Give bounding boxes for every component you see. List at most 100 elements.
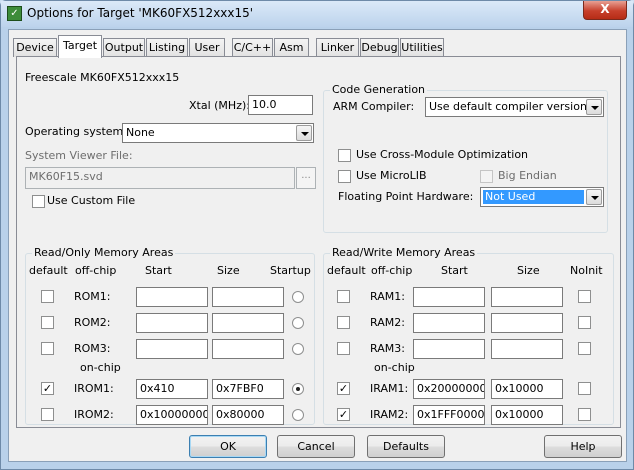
tab-cpp[interactable]: C/C++ (232, 38, 273, 57)
cancel-button[interactable]: Cancel (277, 435, 355, 458)
start-address-input[interactable] (413, 339, 485, 359)
startup-radio[interactable] (292, 291, 304, 303)
start-address-input[interactable]: 0x410 (136, 379, 208, 399)
close-icon: X (600, 2, 610, 16)
size-input[interactable] (212, 339, 284, 359)
tab-asm[interactable]: Asm (274, 38, 309, 57)
chevron-down-icon[interactable] (586, 99, 602, 115)
compiler-label: ARM Compiler: (333, 100, 415, 113)
default-checkbox[interactable] (41, 342, 54, 355)
options-dialog: ✓ Options for Target 'MK60FX512xxx15' X … (0, 0, 634, 470)
tab-output[interactable]: Output (103, 38, 145, 57)
rom-start-header: Start (145, 264, 172, 277)
size-input[interactable] (491, 287, 563, 307)
startup-radio[interactable] (292, 343, 304, 355)
tab-listing[interactable]: Listing (146, 38, 188, 57)
window-title: Options for Target 'MK60FX512xxx15' (27, 6, 254, 20)
ram-areas-group: Read/Write Memory Areas default off-chip… (323, 246, 614, 425)
dialog-client: Device Target Output Listing User C/C++ … (8, 29, 627, 462)
start-address-input[interactable]: 0x20000000 (413, 379, 485, 399)
compiler-select[interactable]: Use default compiler version (425, 97, 604, 117)
start-address-input[interactable]: 0x10000000 (136, 405, 208, 425)
size-input[interactable]: 0x7FBF0 (212, 379, 284, 399)
chevron-down-icon[interactable] (586, 189, 602, 205)
startup-radio[interactable] (292, 383, 304, 395)
sv-file-input[interactable]: MK60F15.svd (25, 167, 295, 189)
target-tab-page: Freescale MK60FX512xxx15 Xtal (MHz): 10.… (16, 56, 621, 428)
defaults-button[interactable]: Defaults (367, 435, 445, 458)
memory-area-name: RAM3: (370, 342, 405, 355)
start-address-input[interactable] (413, 287, 485, 307)
ram-areas-title: Read/Write Memory Areas (330, 246, 478, 259)
radio-dot-icon (296, 387, 300, 391)
xtal-input[interactable]: 10.0 (248, 95, 313, 115)
default-checkbox[interactable] (41, 316, 54, 329)
tab-linker[interactable]: Linker (316, 38, 359, 57)
size-input[interactable]: 0x10000 (491, 379, 563, 399)
ram-onchip-label: on-chip (374, 361, 415, 374)
start-address-input[interactable] (413, 313, 485, 333)
memory-area-name: IRAM2: (370, 408, 409, 421)
microlib-checkbox[interactable] (338, 170, 351, 183)
ram-noinit-header: NoInit (570, 264, 603, 277)
fph-value: Not Used (483, 190, 584, 204)
custom-file-label: Use Custom File (47, 194, 136, 207)
tab-utilities[interactable]: Utilities (400, 38, 444, 57)
default-checkbox[interactable] (337, 290, 350, 303)
start-address-input[interactable] (136, 313, 208, 333)
noinit-checkbox[interactable] (578, 290, 591, 303)
noinit-checkbox[interactable] (578, 408, 591, 421)
start-address-input[interactable]: 0x1FFF0000 (413, 405, 485, 425)
os-select[interactable]: None (122, 123, 314, 143)
start-address-input[interactable] (136, 287, 208, 307)
start-address-input[interactable] (136, 339, 208, 359)
default-checkbox[interactable]: ✓ (41, 382, 54, 395)
memory-area-name: IRAM1: (370, 382, 409, 395)
size-input[interactable]: 0x10000 (491, 405, 563, 425)
memory-area-name: RAM2: (370, 316, 405, 329)
xtal-label: Xtal (MHz): (189, 99, 250, 112)
os-label: Operating system: (25, 125, 127, 138)
rom-areas-title: Read/Only Memory Areas (32, 246, 176, 259)
code-generation-group: Code Generation ARM Compiler: Use defaul… (323, 83, 608, 233)
default-checkbox[interactable] (41, 290, 54, 303)
custom-file-checkbox[interactable] (32, 195, 45, 208)
size-input[interactable]: 0x80000 (212, 405, 284, 425)
startup-radio[interactable] (292, 317, 304, 329)
compiler-value: Use default compiler version (429, 100, 587, 113)
cross-module-checkbox[interactable] (338, 149, 351, 162)
close-button[interactable]: X (583, 1, 627, 20)
memory-area-name: ROM1: (74, 290, 111, 303)
rom-onchip-label: on-chip (80, 361, 121, 374)
noinit-checkbox[interactable] (578, 342, 591, 355)
default-checkbox[interactable] (337, 342, 350, 355)
app-icon: ✓ (7, 6, 22, 21)
size-input[interactable] (491, 313, 563, 333)
ok-button[interactable]: OK (189, 435, 267, 458)
size-input[interactable] (491, 339, 563, 359)
ram-offchip-header: off-chip (371, 264, 413, 277)
startup-radio[interactable] (292, 409, 304, 421)
fph-label: Floating Point Hardware: (338, 190, 474, 203)
noinit-checkbox[interactable] (578, 316, 591, 329)
fph-select[interactable]: Not Used (480, 187, 604, 207)
size-input[interactable] (212, 287, 284, 307)
noinit-checkbox[interactable] (578, 382, 591, 395)
ram-start-header: Start (441, 264, 468, 277)
tab-user[interactable]: User (189, 38, 225, 57)
default-checkbox[interactable]: ✓ (337, 382, 350, 395)
os-value: None (126, 126, 155, 139)
tab-debug[interactable]: Debug (360, 38, 399, 57)
default-checkbox[interactable] (41, 408, 54, 421)
help-button[interactable]: Help (544, 435, 622, 458)
big-endian-checkbox[interactable] (480, 170, 493, 183)
size-input[interactable] (212, 313, 284, 333)
tab-target[interactable]: Target (58, 35, 102, 58)
tab-device[interactable]: Device (13, 38, 57, 57)
cross-module-label: Use Cross-Module Optimization (356, 148, 529, 161)
default-checkbox[interactable]: ✓ (337, 408, 350, 421)
default-checkbox[interactable] (337, 316, 350, 329)
chevron-down-icon[interactable] (296, 125, 312, 141)
browse-button[interactable]: ... (296, 167, 316, 189)
title-bar[interactable]: ✓ Options for Target 'MK60FX512xxx15' X (1, 1, 633, 27)
